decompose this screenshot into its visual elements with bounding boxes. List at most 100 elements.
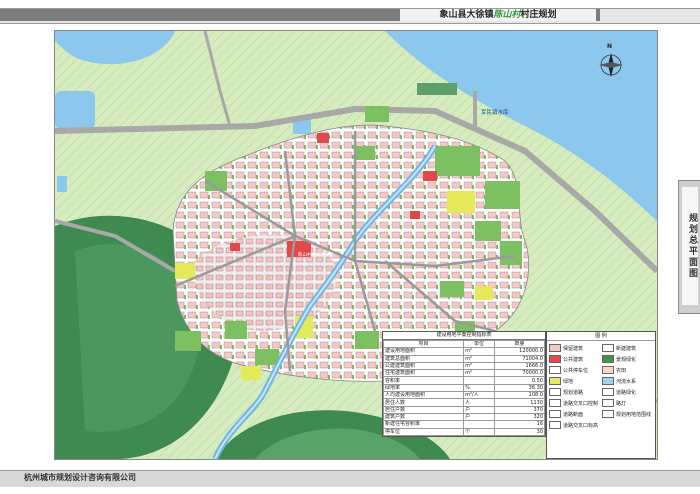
legend-swatch: [549, 399, 561, 407]
legend-swatch: [602, 377, 614, 385]
stats-unit: m²: [463, 347, 495, 356]
stats-col-item: 项目: [382, 339, 465, 349]
legend-item: 规划用地范围线: [602, 410, 653, 418]
title-village-name: 陈山村: [493, 10, 521, 20]
legend-item: 景观绿化: [602, 355, 653, 363]
table-row: 停车位个 30: [382, 427, 546, 436]
legend-label: 道路交叉口标高: [563, 422, 599, 429]
legend-item: 规划道路: [549, 388, 600, 396]
stats-value: 370: [493, 405, 546, 414]
stats-item: 居住人数: [382, 398, 465, 407]
legend-swatch: [602, 410, 614, 418]
side-tab-label: 规划总平面图: [682, 187, 698, 305]
legend-swatch: [549, 366, 561, 374]
legend-label: 道路交叉口控制: [563, 400, 599, 407]
legend-swatch: [549, 377, 561, 385]
legend-item: 道路绿化: [602, 388, 653, 396]
legend-caption: 图 例: [547, 332, 655, 341]
legend-swatch: [549, 421, 561, 429]
map-legend: 图 例 保留建筑 新建建筑公共建筑 景观绿化公共停车位 农田绿地 河流水系规划道路 道路绿…: [546, 331, 656, 459]
legend-label: 公共停车位: [563, 367, 589, 374]
stats-unit: %: [463, 383, 495, 393]
table-row: 人均建设用地面积 m²/人 108.0: [382, 391, 546, 400]
legend-swatch: [549, 388, 561, 396]
legend-item: 路灯: [602, 399, 653, 407]
stats-unit: m²: [463, 354, 495, 363]
table-row: 建筑户数户 320: [382, 412, 546, 422]
legend-swatch: [602, 344, 614, 352]
stats-unit: m²/人: [463, 391, 495, 400]
legend-label: 道路断面: [563, 411, 584, 418]
stats-item: 建筑总面积: [382, 354, 465, 363]
stats-item: 建筑户数: [382, 412, 465, 422]
stats-value: 36.30: [493, 383, 546, 393]
legend-item: 道路断面: [549, 410, 600, 418]
stats-unit: 人: [463, 398, 495, 407]
stats-unit: 个: [463, 427, 495, 436]
stats-value: 1666.0: [493, 361, 546, 371]
legend-label: 公共建筑: [563, 356, 584, 363]
stats-unit: m²: [463, 361, 495, 371]
legend-swatch: [602, 355, 614, 363]
table-row: 新建住宅容积率 16: [382, 420, 546, 429]
stats-item: 建设用地面积: [382, 347, 465, 356]
stats-col-value: 数量: [493, 339, 546, 349]
title-prefix: 象山县大徐镇: [439, 10, 494, 20]
stats-item: 容积率: [382, 376, 465, 385]
stats-item: 人均建设用地面积: [382, 391, 465, 400]
legend-label: 绿地: [563, 378, 574, 385]
stats-unit: [463, 420, 495, 429]
legend-item: 新建建筑: [602, 344, 653, 352]
table-row: 绿地率% 36.30: [382, 383, 546, 393]
legend-item: 公共停车位: [549, 366, 600, 374]
village-center-label: 陈山村村民委员会: [298, 253, 334, 258]
stats-header-row: 项目 单位 数量: [382, 339, 546, 349]
stats-grid: 项目 单位 数量 建设用地面积 m² 120000.0 建筑总面积 m² 71004.0 公…: [382, 339, 546, 436]
north-label: N: [607, 43, 613, 50]
stats-item: 绿地率: [382, 383, 465, 393]
stats-value: 70000.0: [493, 369, 546, 378]
side-tab: 规划总平面图: [678, 180, 700, 314]
legend-label: 景观绿化: [616, 356, 637, 363]
stats-unit: 户: [463, 412, 495, 422]
table-row: 居住人数人 1130: [382, 398, 546, 407]
legend-swatch: [549, 344, 561, 352]
legend-item: 道路交叉口控制: [549, 399, 600, 407]
stats-value: 108.0: [493, 391, 546, 400]
legend-label: 路灯: [616, 400, 627, 407]
pond-far-left: [57, 176, 67, 192]
reservoir-label: 军民镇水库: [481, 110, 509, 116]
table-row: 住宅建筑面积 m² 70000.0: [382, 369, 546, 378]
legend-label: 道路绿化: [616, 389, 637, 396]
legend-swatch: [602, 366, 614, 374]
table-row: 建筑总面积 m² 71004.0: [382, 354, 546, 363]
stats-value: 1130: [493, 398, 546, 407]
stats-item: 公建建筑面积: [382, 361, 465, 371]
stats-unit: m²: [463, 369, 495, 378]
table-row: 公建建筑面积 m² 1666.0: [382, 361, 546, 371]
legend-label: 新建建筑: [616, 345, 637, 352]
land-use-stats-table: 建设用地平衡控制指标表 项目 单位 数量 建设用地面积 m² 120000.0 建筑总…: [382, 331, 546, 437]
legend-label: 农田: [616, 367, 627, 374]
legend-item: 公共建筑: [549, 355, 600, 363]
page-title: 象山县大徐镇陈山村村庄规划: [400, 9, 596, 21]
pond-left: [55, 91, 95, 129]
stats-value: 16: [493, 420, 546, 429]
legend-item: 绿地: [549, 377, 600, 385]
dam-structure: [417, 83, 457, 95]
table-row: 建设用地面积 m² 120000.0: [382, 347, 546, 356]
stats-item: 居住户数: [382, 405, 465, 414]
legend-swatch: [602, 399, 614, 407]
stats-value: 0.50: [493, 376, 546, 385]
stats-col-unit: 单位: [463, 339, 495, 349]
legend-label: 河流水系: [616, 378, 637, 385]
legend-swatch: [549, 355, 561, 363]
legend-item: 保留建筑: [549, 344, 600, 352]
stats-item: 新建住宅容积率: [382, 420, 465, 429]
footer-company: 杭州城市规划设计咨询有限公司: [24, 473, 136, 482]
legend-swatch: [602, 388, 614, 396]
table-row: 居住户数户 370: [382, 405, 546, 414]
legend-label: 保留建筑: [563, 345, 584, 352]
stats-value: 71004.0: [493, 354, 546, 363]
stats-item: 停车位: [382, 427, 465, 436]
